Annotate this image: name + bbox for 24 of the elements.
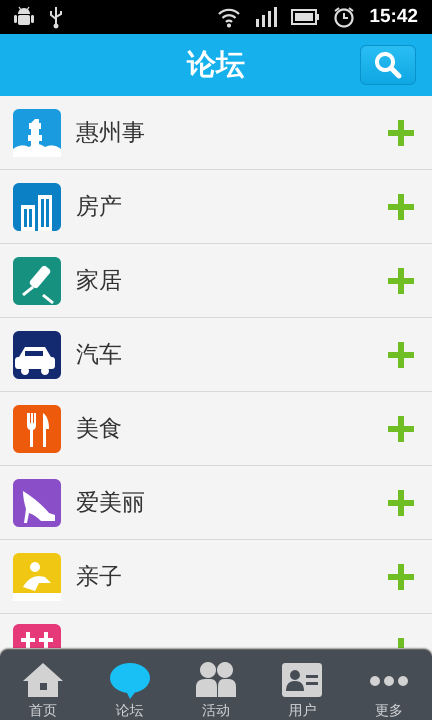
- tab[interactable]: 活动: [172, 650, 260, 720]
- more-icon: [368, 675, 409, 687]
- status-time: 15:42: [369, 6, 418, 28]
- battery-icon: [291, 9, 320, 25]
- forum-name: 房产: [76, 193, 123, 222]
- forum-name: 爱美丽: [76, 489, 146, 518]
- forum-name: 美食: [76, 415, 123, 444]
- tab[interactable]: 首页: [0, 650, 86, 720]
- alarm-icon: [333, 6, 356, 28]
- forum-name: 家居: [76, 267, 123, 296]
- forum-name: 汽车: [76, 341, 123, 370]
- forum-name: 亲子: [76, 563, 123, 592]
- search-button[interactable]: [360, 45, 416, 85]
- chat-bubble-icon: [110, 661, 150, 701]
- search-icon: [373, 50, 403, 80]
- signal-icon: [255, 6, 278, 28]
- page-title: 论坛: [187, 46, 245, 83]
- tab[interactable]: 更多: [346, 650, 432, 720]
- forum-name: 惠州事: [76, 119, 146, 148]
- tab[interactable]: 论坛: [86, 650, 173, 720]
- wifi-icon: [217, 6, 242, 28]
- tab[interactable]: 用户: [259, 650, 346, 720]
- android-icon: [14, 6, 34, 28]
- usb-icon: [48, 5, 64, 29]
